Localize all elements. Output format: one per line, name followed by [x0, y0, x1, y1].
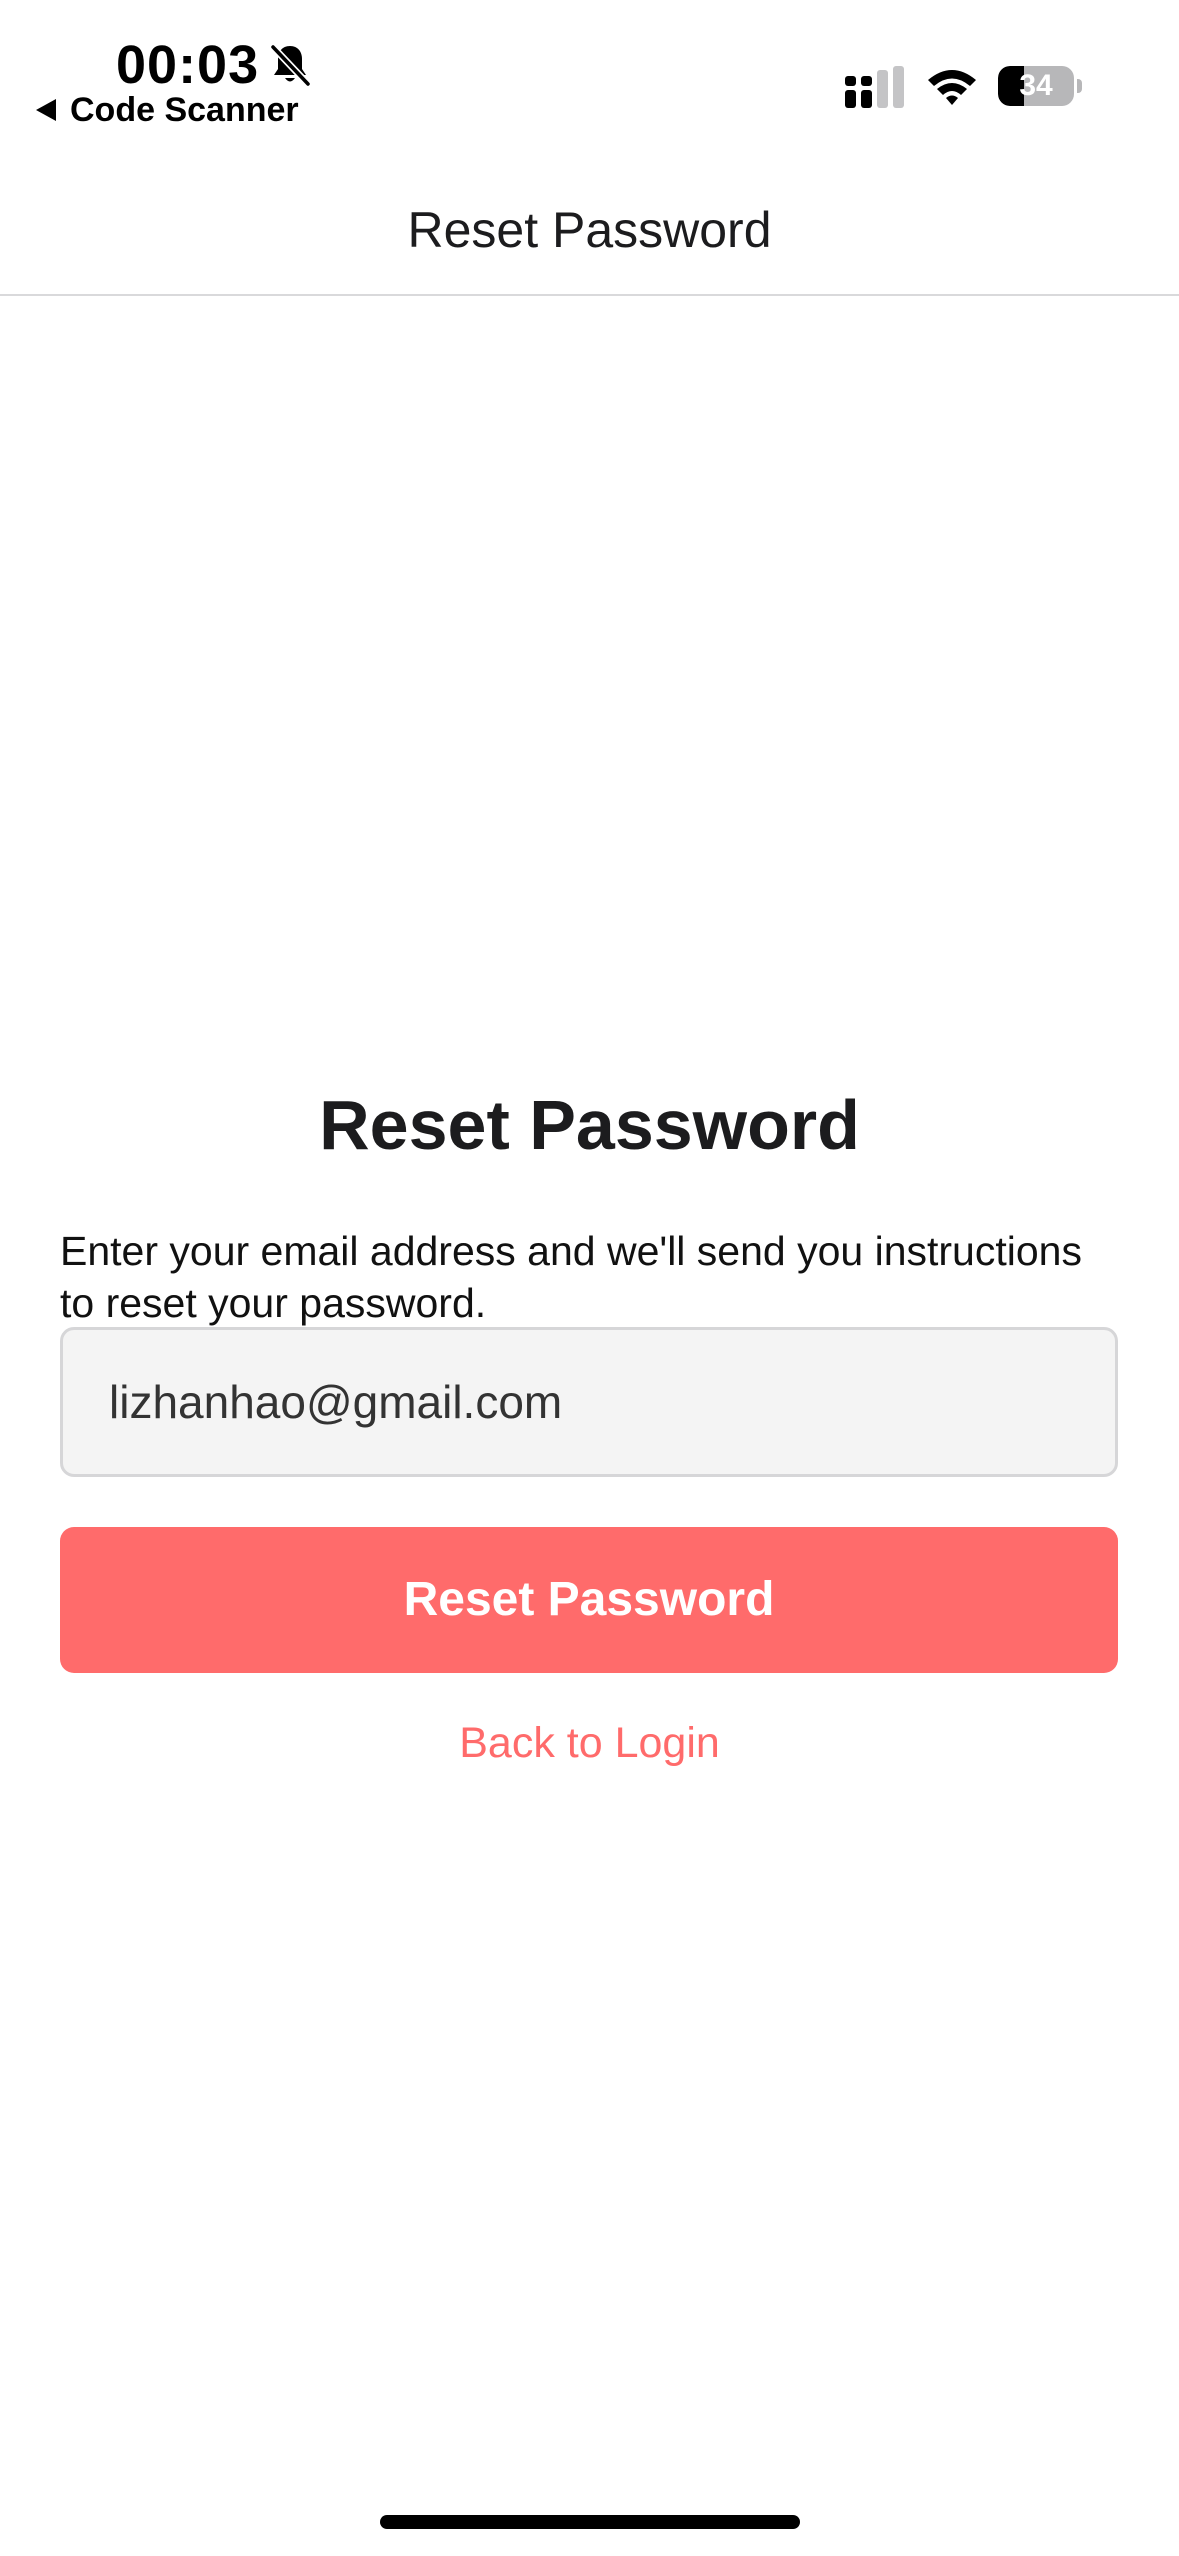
wifi-icon — [928, 70, 976, 105]
navigation-bar: Reset Password — [0, 170, 1179, 296]
instructions-text: Enter your email address and we'll send … — [60, 1228, 1082, 1326]
email-field[interactable] — [60, 1327, 1118, 1477]
page-title: Reset Password — [319, 1086, 860, 1164]
reset-password-button[interactable]: Reset Password — [60, 1527, 1118, 1673]
back-app-label: Code Scanner — [70, 91, 299, 129]
battery-cap — [1077, 79, 1082, 93]
back-triangle-icon — [36, 99, 56, 121]
battery-indicator: 34 — [998, 66, 1082, 106]
status-bar: 00:03 Code Scanner 34 — [0, 0, 1179, 150]
nav-title: Reset Password — [407, 202, 772, 258]
battery-level: 34 — [1019, 69, 1053, 102]
cellular-signal-icon — [845, 66, 904, 108]
bell-slash-icon — [269, 43, 312, 88]
back-to-app-link[interactable]: Code Scanner — [36, 90, 299, 130]
back-to-login-link[interactable]: Back to Login — [0, 1715, 1179, 1771]
home-indicator — [380, 2515, 800, 2529]
